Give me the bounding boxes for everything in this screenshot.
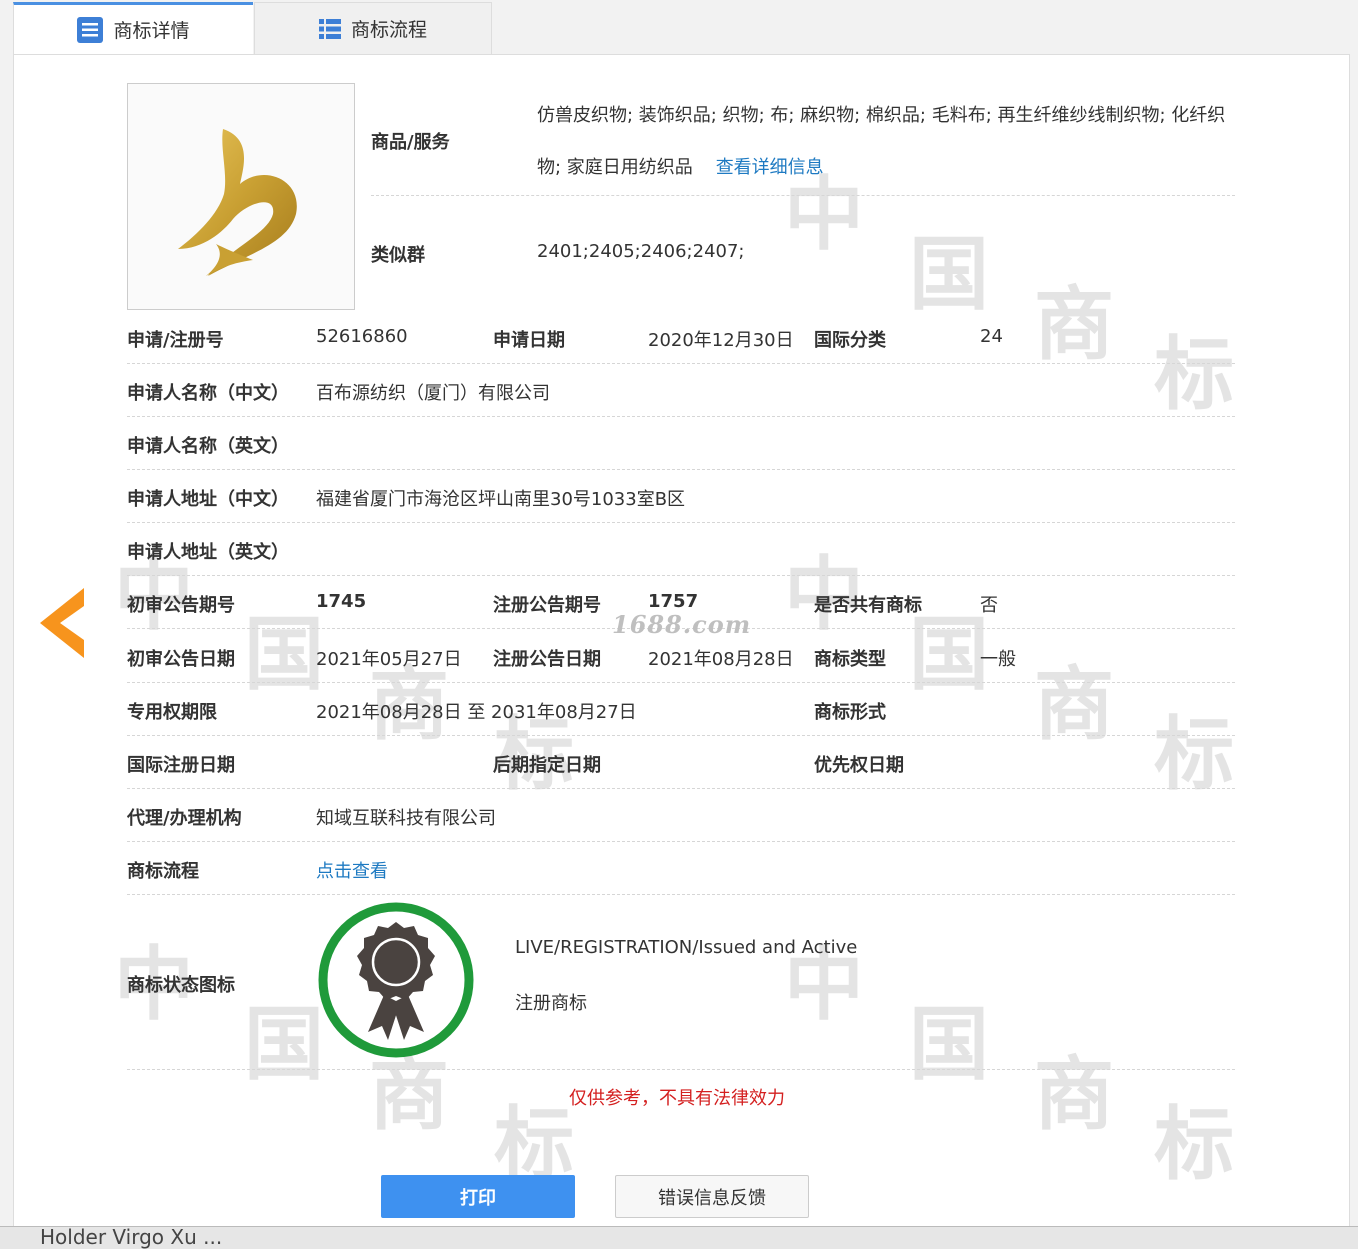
intl-class-value: 24 bbox=[980, 326, 1003, 347]
app-date-value: 2020年12月30日 bbox=[648, 330, 794, 351]
reg-date-value: 2021年08月28日 bbox=[648, 649, 794, 670]
tm-form-label: 商标形式 bbox=[814, 702, 886, 723]
intl-class-label: 国际分类 bbox=[814, 330, 886, 351]
bottom-text: Holder Virgo Xu ... bbox=[40, 1226, 223, 1249]
list-icon bbox=[318, 18, 341, 39]
feedback-button[interactable]: 错误信息反馈 bbox=[615, 1175, 809, 1218]
info-row bbox=[127, 683, 1235, 736]
reg-date-label: 注册公告日期 bbox=[493, 649, 601, 670]
watermark-glyph: 标 bbox=[494, 1098, 574, 1191]
prelim-date-value: 2021年05月27日 bbox=[316, 649, 462, 670]
prelim-no-label: 初审公告期号 bbox=[127, 595, 235, 616]
priority-date-label: 优先权日期 bbox=[814, 755, 904, 776]
goods-label: 商品/服务 bbox=[371, 132, 450, 153]
trademark-image bbox=[127, 83, 355, 310]
intl-reg-date-label: 国际注册日期 bbox=[127, 755, 235, 776]
info-row bbox=[127, 364, 1235, 417]
print-button[interactable]: 打印 bbox=[381, 1175, 575, 1218]
agent-label: 代理/办理机构 bbox=[127, 808, 242, 829]
goods-row bbox=[371, 83, 1235, 196]
tab-trademark-detail[interactable]: 商标详情 bbox=[13, 2, 253, 54]
goods-line-2: 物; 家庭日用纺织品 查看详细信息 bbox=[537, 157, 824, 178]
award-ribbon-icon bbox=[316, 900, 476, 1064]
agent-value: 知域互联科技有限公司 bbox=[316, 808, 496, 829]
tm-type-value: 一般 bbox=[980, 649, 1016, 670]
document-list-icon bbox=[77, 16, 104, 43]
applicant-cn-label: 申请人名称（中文） bbox=[127, 383, 289, 404]
info-row bbox=[127, 842, 1235, 895]
address-en-label: 申请人地址（英文） bbox=[127, 542, 289, 563]
tab-detail-label: 商标详情 bbox=[113, 20, 190, 42]
view-detail-link[interactable]: 查看详细信息 bbox=[716, 157, 824, 178]
reg-no-value: 1757 bbox=[648, 591, 699, 612]
shared-value: 否 bbox=[980, 595, 998, 616]
app-date-label: 申请日期 bbox=[493, 330, 565, 351]
disclaimer-text: 仅供参考，不具有法律效力 bbox=[569, 1088, 785, 1109]
tab-flow-label: 商标流程 bbox=[350, 19, 427, 41]
app-no-value: 52616860 bbox=[316, 326, 408, 347]
reg-no-label: 注册公告期号 bbox=[493, 595, 601, 616]
status-en: LIVE/REGISTRATION/Issued and Active bbox=[515, 937, 858, 958]
info-row bbox=[127, 417, 1235, 470]
app-no-label: 申请/注册号 bbox=[127, 330, 224, 351]
status-label: 商标状态图标 bbox=[127, 975, 235, 996]
similar-group-value: 2401;2405;2406;2407; bbox=[537, 241, 745, 262]
tab-trademark-flow[interactable]: 商标流程 bbox=[254, 2, 492, 54]
address-cn-value: 福建省厦门市海沧区坪山南里30号1033室B区 bbox=[316, 489, 686, 510]
bottom-strip: Holder Virgo Xu ... bbox=[0, 1226, 1358, 1249]
watermark-glyph: 标 bbox=[1154, 1098, 1234, 1191]
info-row bbox=[127, 523, 1235, 576]
prelim-no-value: 1745 bbox=[316, 591, 367, 612]
info-row bbox=[127, 789, 1235, 842]
applicant-en-label: 申请人名称（英文） bbox=[127, 436, 289, 457]
similar-group-label: 类似群 bbox=[371, 245, 425, 266]
address-cn-label: 申请人地址（中文） bbox=[127, 489, 289, 510]
status-row bbox=[127, 895, 1235, 1070]
term-value: 2021年08月28日 至 2031年08月27日 bbox=[316, 702, 637, 723]
shared-label: 是否共有商标 bbox=[814, 595, 922, 616]
term-label: 专用权期限 bbox=[127, 702, 217, 723]
watermark-glyph: 国 bbox=[909, 228, 989, 321]
tm-type-label: 商标类型 bbox=[814, 649, 886, 670]
later-date-label: 后期指定日期 bbox=[493, 755, 601, 776]
prelim-date-label: 初审公告日期 bbox=[127, 649, 235, 670]
status-cn: 注册商标 bbox=[515, 993, 587, 1014]
applicant-cn-value: 百布源纺织（厦门）有限公司 bbox=[316, 383, 550, 404]
goods-line-1: 仿兽皮织物; 装饰织品; 织物; 布; 麻织物; 棉织品; 毛料布; 再生纤维纱… bbox=[537, 105, 1226, 126]
view-flow-link[interactable]: 点击查看 bbox=[316, 857, 388, 883]
info-row bbox=[127, 736, 1235, 789]
chevron-left-icon[interactable] bbox=[40, 588, 84, 662]
flow-label: 商标流程 bbox=[127, 861, 199, 882]
